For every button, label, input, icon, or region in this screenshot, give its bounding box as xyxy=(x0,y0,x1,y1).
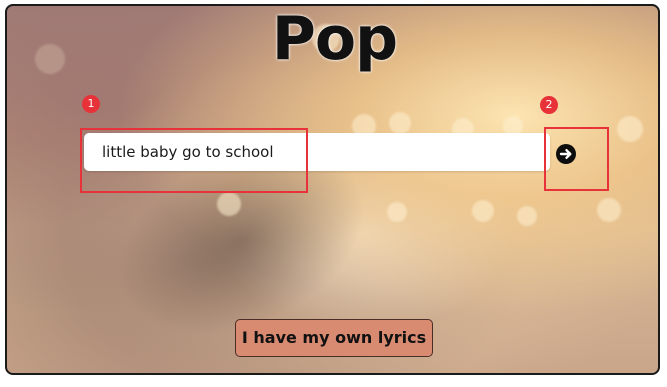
submit-button[interactable] xyxy=(556,144,576,164)
annotation-badge-2: 2 xyxy=(540,96,558,114)
background-bokeh-light xyxy=(217,192,241,216)
lyrics-search-input[interactable] xyxy=(84,133,550,171)
lyrics-search-box xyxy=(84,133,550,171)
own-lyrics-button[interactable]: I have my own lyrics xyxy=(235,319,433,357)
annotation-badge-1: 1 xyxy=(82,95,100,113)
arrow-right-circle-icon xyxy=(559,149,572,159)
background-bokeh-light xyxy=(472,200,494,222)
background-bokeh-light xyxy=(389,112,411,134)
page-title: Pop xyxy=(271,4,398,74)
background-bokeh-light xyxy=(517,206,537,226)
background-bokeh-light xyxy=(617,116,643,142)
background-bokeh-light xyxy=(597,198,621,222)
background-bokeh-light xyxy=(387,202,407,222)
